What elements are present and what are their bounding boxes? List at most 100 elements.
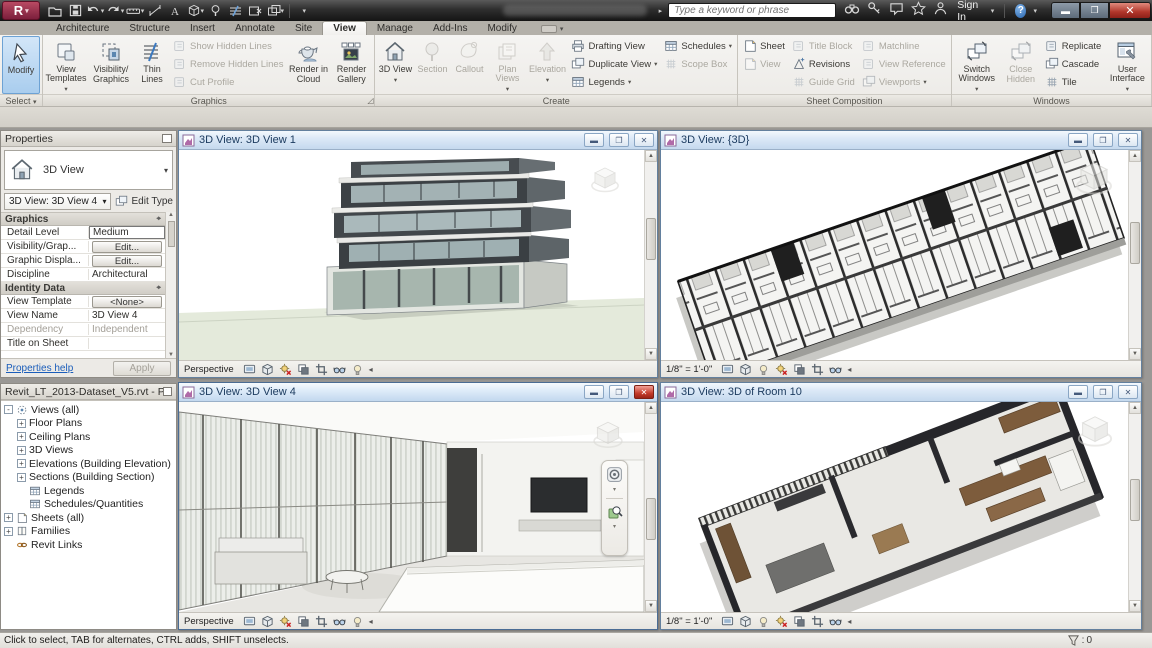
vertical-scrollbar[interactable]: ▲▼: [1128, 150, 1141, 360]
reveal-hidden-elements-icon[interactable]: [351, 615, 364, 628]
vertical-scrollbar[interactable]: ▲▼: [644, 402, 657, 612]
scale-button[interactable]: Perspective: [184, 364, 234, 375]
properties-dock-icon[interactable]: [162, 134, 172, 143]
scroll-down-button[interactable]: ▼: [1129, 348, 1141, 360]
scroll-thumb[interactable]: [1130, 222, 1140, 264]
panel-label-graphics[interactable]: Graphics◿: [43, 94, 374, 106]
replicate-button[interactable]: Replicate: [1042, 38, 1105, 54]
selection-filter-button[interactable]: :0: [1067, 634, 1092, 647]
undo-button[interactable]: ▾: [86, 2, 104, 19]
reveal-hidden-elements-icon[interactable]: [757, 615, 770, 628]
default-3d-view-button[interactable]: ▾: [186, 2, 204, 19]
tab-site[interactable]: Site: [285, 22, 322, 35]
property-row[interactable]: View Template<None>: [1, 295, 165, 309]
view-canvas-interior-perspective[interactable]: ▾ ▾: [179, 402, 644, 612]
sheet-button[interactable]: Sheet: [740, 38, 788, 54]
wheel-dropdown-icon[interactable]: ▾: [613, 486, 616, 493]
view-template-button[interactable]: <None>: [92, 296, 162, 308]
crop-view-icon[interactable]: [811, 615, 824, 628]
panel-label-select[interactable]: Select ▾: [0, 94, 42, 106]
visual-style-icon[interactable]: [261, 615, 274, 628]
graphic-display-edit-button[interactable]: Edit...: [92, 255, 162, 267]
visual-style-icon[interactable]: [739, 615, 752, 628]
scroll-down-button[interactable]: ▼: [645, 600, 657, 612]
project-browser-title-bar[interactable]: Revit_LT_2013-Dataset_V5.rvt - Proje...: [1, 384, 176, 400]
control-bar-collapse-icon[interactable]: ◂: [847, 617, 851, 626]
sun-path-icon[interactable]: [775, 363, 788, 376]
reveal-hidden-elements-icon[interactable]: [757, 363, 770, 376]
render-in-cloud-button[interactable]: Render in Cloud: [287, 36, 329, 94]
detail-level-icon[interactable]: [243, 363, 256, 376]
reveal-hidden-elements-icon[interactable]: [351, 363, 364, 376]
user-interface-button[interactable]: User Interface ▾: [1105, 36, 1149, 94]
tree-item-3d-views[interactable]: +3D Views: [1, 444, 176, 458]
viewports-button[interactable]: Viewports▾: [859, 74, 949, 90]
tree-item-sheets[interactable]: +Sheets (all): [1, 511, 176, 525]
sun-path-icon[interactable]: [775, 615, 788, 628]
matchline-button[interactable]: Matchline: [859, 38, 949, 54]
panel-label-create[interactable]: Create: [375, 94, 737, 106]
view-window-3d-view-1[interactable]: 3D View: 3D View 1 ▬ ❐ ✕: [178, 130, 658, 378]
favorites-star-icon[interactable]: [911, 1, 926, 21]
tab-annotate[interactable]: Annotate: [225, 22, 285, 35]
view-close-button[interactable]: ✕: [634, 385, 654, 399]
search-icon[interactable]: [844, 0, 860, 21]
shadows-icon[interactable]: [793, 363, 806, 376]
view-title-bar[interactable]: 3D View: 3D View 4 ▬ ❐ ✕: [179, 383, 657, 402]
vertical-scrollbar[interactable]: ▲▼: [1128, 402, 1141, 612]
minimize-button[interactable]: ▬: [1051, 2, 1080, 19]
detail-level-icon[interactable]: [721, 615, 734, 628]
zoom-icon[interactable]: [607, 504, 623, 520]
sun-path-icon[interactable]: [279, 363, 292, 376]
tree-item-families[interactable]: +Families: [1, 525, 176, 539]
view-button[interactable]: View: [740, 56, 788, 72]
thin-lines-button[interactable]: [226, 2, 244, 19]
view-restore-button[interactable]: ❐: [609, 133, 629, 147]
revisions-button[interactable]: Revisions: [789, 56, 858, 72]
callout-button[interactable]: Callout: [451, 36, 487, 94]
detail-level-icon[interactable]: [721, 363, 734, 376]
ribbon-display-toggle[interactable]: ▾: [541, 25, 564, 35]
view-canvas-axon-floorplate[interactable]: [661, 150, 1128, 360]
scroll-up-button[interactable]: ▲: [1129, 150, 1141, 162]
legends-button[interactable]: Legends▾: [568, 74, 660, 90]
3d-view-button[interactable]: 3D View ▾: [377, 36, 413, 94]
zoom-dropdown-icon[interactable]: ▾: [613, 523, 616, 530]
panel-label-windows[interactable]: Windows: [952, 94, 1152, 106]
view-close-button[interactable]: ✕: [1118, 133, 1138, 147]
edit-type-button[interactable]: Edit Type: [115, 195, 173, 208]
sign-in-dropdown-icon[interactable]: ▾: [991, 7, 995, 15]
view-title-bar[interactable]: 3D View: 3D of Room 10 ▬ ❐ ✕: [661, 383, 1141, 402]
tree-item-floor-plans[interactable]: +Floor Plans: [1, 417, 176, 431]
scroll-down-button[interactable]: ▼: [645, 348, 657, 360]
measure-button[interactable]: ▾: [126, 2, 144, 19]
visual-style-icon[interactable]: [739, 363, 752, 376]
switch-windows-ribbon-button[interactable]: Switch Windows ▾: [954, 36, 1000, 94]
maximize-button[interactable]: ❐: [1080, 2, 1109, 19]
property-row[interactable]: DisciplineArchitectural: [1, 268, 165, 282]
graphics-dialog-launcher-icon[interactable]: ◿: [367, 97, 373, 105]
cascade-button[interactable]: Cascade: [1042, 56, 1105, 72]
help-dropdown-icon[interactable]: ▾: [1033, 7, 1037, 15]
property-row[interactable]: Visibility/Grap...Edit...: [1, 240, 165, 254]
open-button[interactable]: [46, 2, 64, 19]
scroll-thumb[interactable]: [646, 498, 656, 540]
view-reference-button[interactable]: View Reference: [859, 56, 949, 72]
guide-grid-button[interactable]: Guide Grid: [789, 74, 858, 90]
view-window-3d[interactable]: 3D View: {3D} ▬ ❐ ✕: [660, 130, 1142, 378]
navigation-bar[interactable]: ▾ ▾: [601, 460, 628, 556]
apply-button[interactable]: Apply: [113, 361, 171, 376]
tab-view[interactable]: View: [322, 21, 367, 35]
properties-scrollbar[interactable]: ▲▼: [165, 212, 176, 358]
scale-button[interactable]: 1/8" = 1'-0": [666, 616, 712, 627]
close-hidden-windows-button[interactable]: [246, 2, 264, 19]
sign-in-button[interactable]: Sign In: [957, 0, 984, 23]
customize-qat-button[interactable]: ▾: [295, 2, 313, 19]
section-header-graphics[interactable]: Graphics⌖: [1, 213, 165, 226]
rendering-dialog-icon[interactable]: [315, 615, 328, 628]
temporary-hide-isolate-icon[interactable]: [333, 615, 346, 628]
render-gallery-button[interactable]: Render Gallery: [330, 36, 372, 94]
tree-item-elevations[interactable]: +Elevations (Building Elevation): [1, 457, 176, 471]
scale-button[interactable]: Perspective: [184, 616, 234, 627]
view-canvas-exterior-perspective[interactable]: [179, 150, 644, 360]
